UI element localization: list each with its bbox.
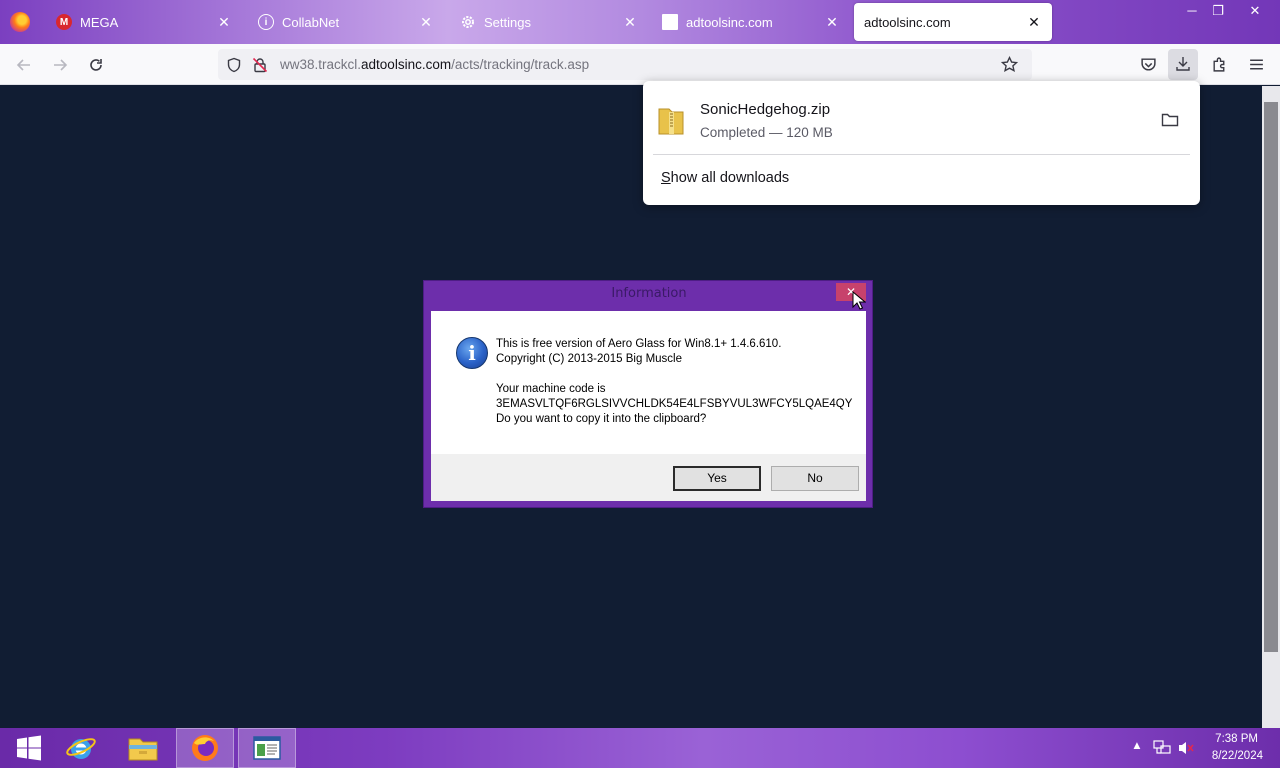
information-icon: i (456, 337, 488, 369)
arrow-left-icon (16, 59, 30, 71)
information-dialog: Information ✕ i This is free version of … (423, 280, 873, 508)
close-icon[interactable]: ✕ (418, 14, 434, 30)
close-icon[interactable]: ✕ (824, 14, 840, 30)
mouse-cursor-icon (852, 291, 866, 310)
info-circle-icon: i (258, 14, 274, 30)
show-hidden-icons-button[interactable]: ▲ (1130, 740, 1144, 752)
tab-collabnet[interactable]: i CollabNet ✕ (248, 3, 444, 41)
reload-button[interactable] (82, 52, 110, 78)
download-status: Completed — 120 MB (700, 125, 833, 140)
back-button[interactable] (10, 52, 38, 78)
download-icon (1176, 57, 1190, 71)
start-button[interactable] (0, 728, 58, 768)
taskbar-file-explorer[interactable] (114, 728, 172, 768)
close-icon[interactable]: ✕ (1026, 14, 1042, 30)
tab-adtoolsinc-1[interactable]: adtoolsinc.com ✕ (652, 3, 850, 41)
taskbar-internet-explorer[interactable] (52, 728, 110, 768)
blank-page-icon (662, 14, 678, 30)
page-scrollbar[interactable] (1262, 86, 1280, 728)
bookmark-star-icon[interactable] (1001, 56, 1018, 73)
scrollbar-thumb[interactable] (1264, 102, 1278, 652)
firefox-view-icon[interactable] (10, 12, 30, 32)
pocket-icon[interactable] (1140, 56, 1157, 73)
clock-date[interactable]: 8/22/2024 (1196, 750, 1263, 762)
dialog-message: This is free version of Aero Glass for W… (496, 337, 852, 427)
message-line (496, 367, 852, 382)
firefox-icon (192, 735, 218, 761)
divider (653, 154, 1190, 155)
message-line: This is free version of Aero Glass for W… (496, 338, 782, 350)
tab-title: MEGA (80, 14, 119, 30)
clock-time[interactable]: 7:38 PM (1196, 733, 1258, 745)
zip-folder-icon (658, 108, 684, 135)
internet-explorer-icon (66, 738, 96, 759)
extensions-puzzle-icon[interactable] (1211, 56, 1228, 73)
downloads-button[interactable] (1168, 49, 1198, 80)
volume-muted-icon[interactable] (1177, 740, 1195, 756)
dialog-button-bar: Yes No (431, 454, 866, 501)
arrow-right-icon (54, 59, 68, 71)
network-icon[interactable] (1153, 740, 1171, 756)
url-text[interactable]: ww38.trackcl.adtoolsinc.com/acts/trackin… (280, 57, 589, 72)
shield-icon[interactable] (226, 57, 242, 73)
tab-title: Settings (484, 14, 531, 30)
taskbar: ▲ 7:38 PM 8/22/2024 (0, 728, 1280, 768)
close-icon[interactable]: ✕ (622, 14, 638, 30)
gear-icon (460, 14, 476, 30)
dialog-title: Information (611, 286, 687, 301)
download-filename: SonicHedgehog.zip (700, 101, 831, 118)
message-line: Do you want to copy it into the clipboar… (496, 413, 707, 425)
tab-title: adtoolsinc.com (864, 14, 951, 30)
tab-settings[interactable]: Settings ✕ (450, 3, 648, 41)
close-window-button[interactable]: ✕ (1237, 2, 1273, 20)
file-explorer-icon (128, 738, 158, 761)
open-folder-icon[interactable] (1161, 112, 1179, 128)
show-all-downloads-link[interactable]: Show all downloads (661, 170, 789, 186)
tab-mega[interactable]: M MEGA ✕ (46, 3, 242, 41)
hamburger-menu-icon[interactable] (1248, 56, 1265, 73)
url-bar[interactable]: ww38.trackcl.adtoolsinc.com/acts/trackin… (218, 49, 1032, 80)
forward-button[interactable] (46, 52, 74, 78)
tab-title: CollabNet (282, 14, 340, 30)
app-window-icon (253, 736, 281, 760)
no-button[interactable]: No (771, 466, 859, 491)
taskbar-app-window[interactable] (238, 728, 296, 768)
taskbar-firefox[interactable] (176, 728, 234, 768)
restore-window-button[interactable]: ❐ (1200, 2, 1236, 20)
windows-start-icon (17, 735, 41, 761)
downloads-panel: SonicHedgehog.zip Completed — 120 MB Sho… (643, 81, 1200, 205)
navigation-toolbar: ww38.trackcl.adtoolsinc.com/acts/trackin… (0, 44, 1280, 85)
yes-button[interactable]: Yes (673, 466, 761, 491)
tab-title: adtoolsinc.com (686, 14, 773, 30)
dialog-body: i This is free version of Aero Glass for… (431, 311, 866, 501)
tab-adtoolsinc-active[interactable]: adtoolsinc.com ✕ (854, 3, 1052, 41)
close-icon[interactable]: ✕ (216, 14, 232, 30)
machine-code: 3EMASVLTQF6RGLSIVVCHLDK54E4LFSBYVUL3WFCY… (496, 398, 853, 410)
message-line: Your machine code is (496, 383, 606, 395)
tab-strip: M MEGA ✕ i CollabNet ✕ Settings ✕ adtool… (0, 0, 1280, 44)
reload-icon (90, 59, 102, 71)
insecure-lock-icon[interactable] (252, 57, 268, 73)
mega-icon: M (56, 14, 72, 30)
message-line: Copyright (C) 2013-2015 Big Muscle (496, 353, 683, 365)
